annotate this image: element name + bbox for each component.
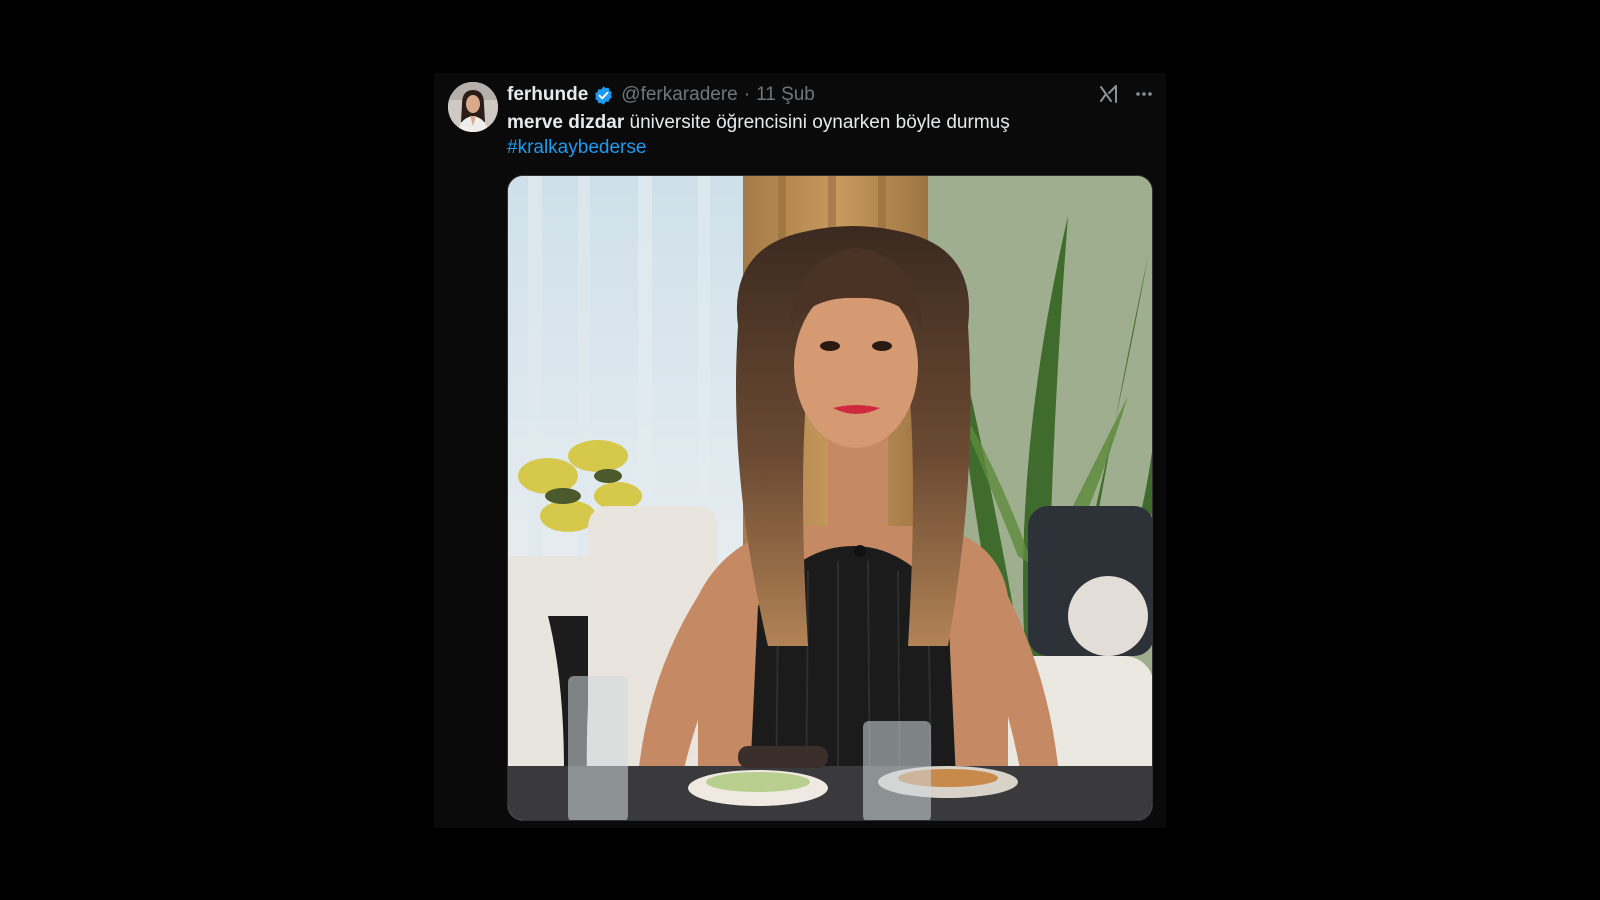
user-handle[interactable]: @ferkaradere bbox=[621, 84, 737, 106]
tweet-card[interactable]: ferhunde @ferkaradere · 11 Şub merve diz… bbox=[434, 73, 1166, 828]
tweet-date[interactable]: 11 Şub bbox=[756, 84, 815, 106]
verified-badge-icon bbox=[593, 85, 614, 106]
tweet-header: ferhunde @ferkaradere · 11 Şub bbox=[507, 82, 815, 108]
more-options-icon[interactable] bbox=[1134, 84, 1154, 109]
tweet-text-body: üniversite öğrencisini oynarken böyle du… bbox=[624, 112, 1010, 133]
display-name[interactable]: ferhunde bbox=[507, 84, 588, 106]
avatar[interactable] bbox=[448, 82, 498, 132]
separator-dot: · bbox=[743, 84, 751, 105]
tweet-text-bold: merve dizdar bbox=[507, 112, 625, 133]
tweet-actions-top bbox=[1098, 83, 1154, 110]
hashtag-link[interactable]: #kralkaybederse bbox=[507, 135, 1147, 160]
grok-icon[interactable] bbox=[1098, 83, 1120, 110]
tweet-text: merve dizdar üniversite öğrencisini oyna… bbox=[507, 110, 1147, 160]
tweet-media-photo[interactable] bbox=[507, 175, 1153, 821]
